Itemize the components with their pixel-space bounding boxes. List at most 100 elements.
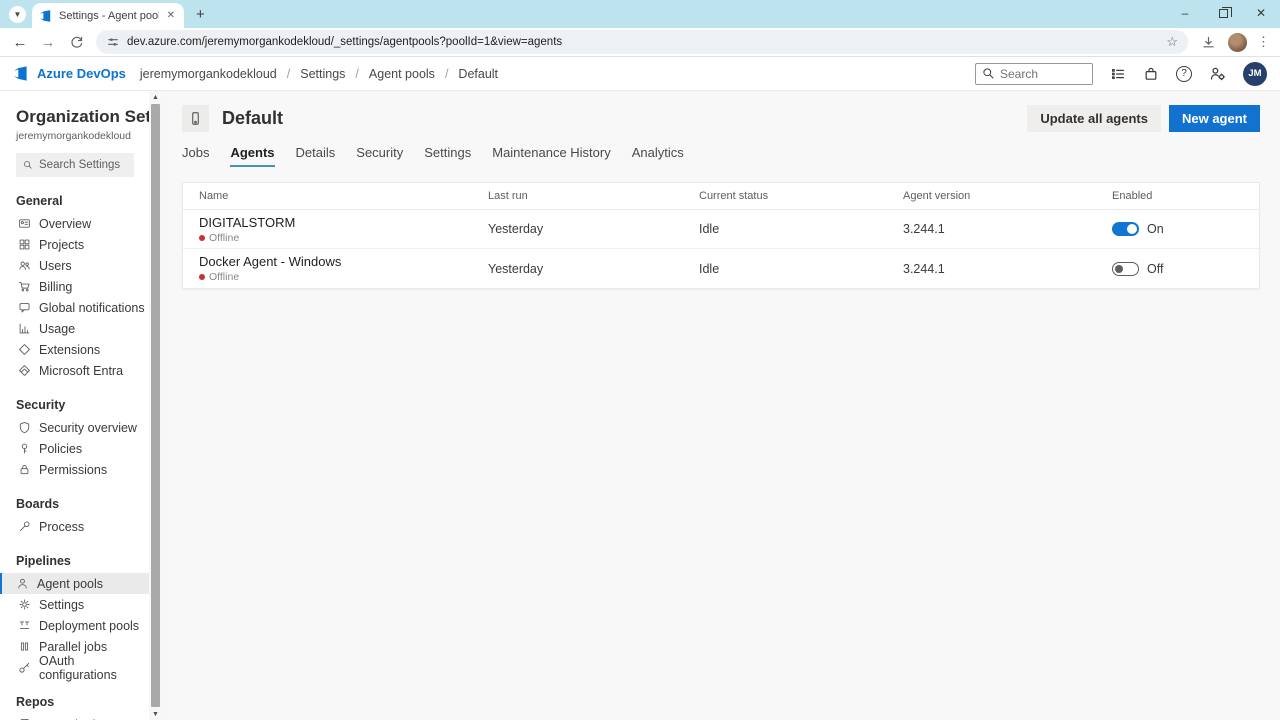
sidebar-item-label: Users	[39, 258, 72, 273]
tab-agents[interactable]: Agents	[230, 145, 275, 167]
agent-device-icon	[187, 110, 204, 127]
settings-search-box[interactable]	[16, 153, 134, 177]
sidebar-item-extensions[interactable]: Extensions	[0, 339, 149, 360]
tab-details[interactable]: Details	[296, 145, 336, 167]
key-icon	[18, 661, 31, 674]
breadcrumb-separator: /	[286, 66, 291, 81]
scroll-up-icon[interactable]: ▲	[152, 91, 159, 103]
user-settings-icon[interactable]	[1209, 65, 1226, 82]
downloads-button[interactable]	[1196, 30, 1220, 54]
sidebar-item-permissions[interactable]: Permissions	[0, 459, 149, 480]
browser-tab[interactable]: Settings - Agent pools (jeremym ✕	[32, 3, 184, 28]
address-bar[interactable]: dev.azure.com/jeremymorgankodekloud/_set…	[96, 30, 1188, 54]
browser-menu-icon[interactable]: ⋮	[1253, 34, 1274, 50]
azdo-topbar: Azure DevOps jeremymorgankodekloud / Set…	[0, 57, 1280, 91]
new-agent-button[interactable]: New agent	[1168, 105, 1260, 132]
my-work-items-icon[interactable]	[1110, 66, 1126, 82]
usage-icon	[18, 322, 31, 335]
extensions-icon	[18, 343, 31, 356]
sidebar-item-billing[interactable]: Billing	[0, 276, 149, 297]
help-icon[interactable]: ?	[1176, 65, 1192, 82]
sidebar-item-global-notifications[interactable]: Global notifications	[0, 297, 149, 318]
restore-button[interactable]	[1204, 0, 1242, 26]
breadcrumb-org[interactable]: jeremymorgankodekloud	[136, 67, 281, 81]
tab-security[interactable]: Security	[356, 145, 403, 167]
new-tab-button[interactable]: +	[196, 6, 205, 23]
last-run-value: Yesterday	[488, 222, 544, 236]
sidebar-scrollbar[interactable]: ▲ ▼	[149, 91, 162, 720]
offline-status-dot	[199, 274, 205, 280]
agent-name-link[interactable]: DIGITALSTORM	[199, 215, 488, 230]
sidebar-item-label: Policies	[39, 441, 83, 456]
column-enabled: Enabled	[1112, 190, 1153, 202]
users-icon	[18, 259, 31, 272]
sidebar-item-process[interactable]: Process	[0, 516, 149, 537]
breadcrumb-agent-pools[interactable]: Agent pools	[365, 67, 439, 81]
sidebar-item-repositories[interactable]: Repositories	[0, 714, 149, 720]
restore-icon	[1218, 6, 1232, 18]
column-last-run: Last run	[488, 190, 528, 202]
policy-icon	[18, 442, 31, 455]
sidebar-item-deployment-pools[interactable]: Deployment pools	[0, 615, 149, 636]
enabled-toggle[interactable]	[1112, 222, 1139, 236]
reload-button[interactable]	[64, 30, 88, 54]
minimize-button[interactable]: –	[1166, 0, 1204, 26]
sidebar-item-policies[interactable]: Policies	[0, 438, 149, 459]
toggle-label: On	[1147, 222, 1164, 236]
azdo-search-input[interactable]	[1000, 66, 1080, 81]
sidebar-item-label: Permissions	[39, 462, 108, 477]
agent-name-link[interactable]: Docker Agent - Windows	[199, 254, 488, 269]
table-row[interactable]: DIGITALSTORM Offline Yesterday Idle 3.24…	[183, 210, 1259, 249]
site-settings-icon[interactable]	[106, 35, 120, 49]
breadcrumb-settings[interactable]: Settings	[296, 67, 349, 81]
tab-settings[interactable]: Settings	[424, 145, 471, 167]
sidebar-item-oauth-configurations[interactable]: OAuth configurations	[0, 654, 149, 682]
sidebar-item-projects[interactable]: Projects	[0, 234, 149, 255]
update-all-agents-button[interactable]: Update all agents	[1027, 105, 1161, 132]
tab-jobs[interactable]: Jobs	[182, 145, 209, 167]
sidebar-item-users[interactable]: Users	[0, 255, 149, 276]
toggle-label: Off	[1147, 261, 1164, 276]
settings-search-input[interactable]	[39, 159, 127, 171]
table-row[interactable]: Docker Agent - Windows Offline Yesterday…	[183, 249, 1259, 288]
back-button[interactable]: ←	[8, 30, 32, 54]
main-content: Default Update all agents New agent Jobs…	[162, 91, 1280, 720]
sidebar-item-label: Process	[39, 519, 85, 534]
breadcrumb-default[interactable]: Default	[454, 67, 502, 81]
agent-version-value: 3.244.1	[903, 261, 945, 276]
tab-analytics[interactable]: Analytics	[632, 145, 684, 167]
url-text[interactable]: dev.azure.com/jeremymorgankodekloud/_set…	[127, 36, 1159, 48]
tab-title: Settings - Agent pools (jeremym	[59, 9, 159, 22]
user-avatar[interactable]: JM	[1243, 61, 1267, 86]
sidebar-item-agent-pools[interactable]: Agent pools	[0, 573, 149, 594]
projects-icon	[18, 238, 31, 251]
bookmark-star-icon[interactable]: ☆	[1166, 34, 1178, 50]
browser-profile-avatar[interactable]	[1228, 32, 1247, 52]
scroll-down-icon[interactable]: ▼	[152, 708, 159, 720]
sidebar-item-microsoft-entra[interactable]: Microsoft Entra	[0, 360, 149, 381]
sidebar-item-pipeline-settings[interactable]: Settings	[0, 594, 149, 615]
close-window-button[interactable]: ✕	[1242, 0, 1280, 26]
sidebar-item-label: Microsoft Entra	[39, 363, 124, 378]
agent-pools-icon	[16, 577, 29, 590]
current-status-value: Idle	[699, 261, 720, 276]
browser-tabstrip: ▼ Settings - Agent pools (jeremym ✕ + – …	[0, 0, 1280, 28]
brand-name[interactable]: Azure DevOps	[37, 66, 126, 81]
tab-close-icon[interactable]: ✕	[165, 10, 177, 21]
page-title: Default	[222, 108, 284, 128]
overview-icon	[18, 217, 31, 230]
azdo-home-link[interactable]: Azure DevOps	[13, 65, 126, 82]
sidebar-item-overview[interactable]: Overview	[0, 213, 149, 234]
sidebar-item-label: Projects	[39, 237, 85, 252]
enabled-toggle[interactable]	[1112, 261, 1139, 276]
tab-search-chevron-icon[interactable]: ▼	[9, 6, 26, 23]
sidebar-item-usage[interactable]: Usage	[0, 318, 149, 339]
azdo-search-box[interactable]	[975, 62, 1093, 85]
reload-icon	[69, 35, 84, 50]
marketplace-bag-icon[interactable]	[1143, 66, 1159, 82]
sidebar-item-security-overview[interactable]: Security overview	[0, 417, 149, 438]
forward-button[interactable]: →	[36, 30, 60, 54]
scrollbar-thumb[interactable]	[151, 104, 160, 707]
tab-maintenance-history[interactable]: Maintenance History	[492, 145, 611, 167]
download-icon	[1201, 35, 1216, 50]
